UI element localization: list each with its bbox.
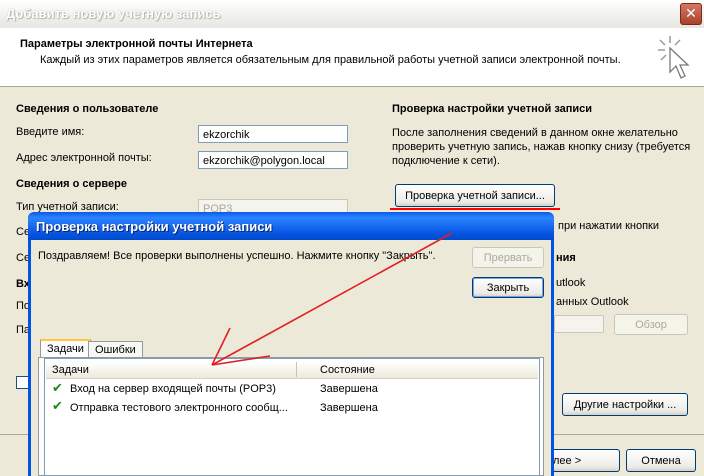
annotation-arrow [211,232,453,366]
